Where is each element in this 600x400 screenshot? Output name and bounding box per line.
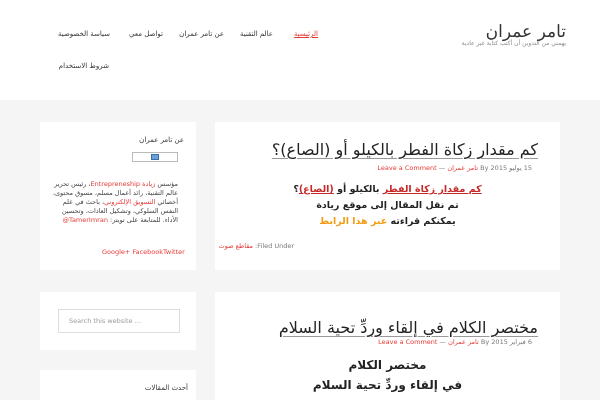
post-excerpt-line-2: تم نقل المقال إلى موقع ريادة [316, 200, 459, 211]
bio-link-twitter[interactable]: TamerImran@ [63, 216, 108, 224]
post-heading-2: في إلقاء وردِّ تحية السلام [312, 378, 463, 392]
nav-tech-world[interactable]: عالم التقنية [240, 30, 273, 38]
recent-posts-widget: أحدث المقالات [40, 370, 196, 400]
widget-title: أحدث المقالات [144, 384, 188, 392]
nav-contact[interactable]: تواصل معي [129, 30, 163, 38]
site-description: يهمني من التدوين أن أكتب كتابة غير عادية [461, 40, 566, 47]
post-day: 15 [523, 164, 532, 172]
post-filed-under: Filed Under: مقاطع صوت [218, 242, 294, 250]
nav-about[interactable]: عن تامر عمران [179, 30, 224, 38]
widget-title: عن تامر عمران [139, 136, 184, 144]
post-by: By [480, 164, 489, 172]
post-meta: 6 فبراير 2015 By تامر عمران — Leave a Co… [378, 338, 532, 346]
post-title[interactable]: مختصر الكلام في إلقاء وردِّ تحية السلام [279, 318, 538, 337]
category-link[interactable]: مقاطع صوت [219, 242, 253, 250]
facebook-link[interactable]: Facebook [132, 248, 163, 256]
leave-comment-link[interactable]: Leave a Comment [377, 164, 436, 172]
post-excerpt-line-3: يمكنكم قراءته عبر هذا الرابط [319, 216, 456, 227]
excerpt-link-zakat[interactable]: كم مقدار زكاة الفطر [383, 184, 482, 195]
post-meta: 15 يوليو 2015 By تامر عمران — Leave a Co… [377, 164, 532, 172]
post-author-link[interactable]: تامر عمران [448, 338, 479, 346]
post-author-link[interactable]: تامر عمران [447, 164, 478, 172]
post-date: يوليو 2015 [490, 164, 522, 172]
leave-comment-link[interactable]: Leave a Comment [378, 338, 437, 346]
site-title[interactable]: تامر عمران [486, 22, 566, 42]
post-card: كم مقدار زكاة الفطر بالكيلو أو (الصاع)؟ … [215, 122, 560, 270]
meta-separator: — [438, 164, 446, 172]
bio-link-marketing[interactable]: التسويق الإلكتروني [104, 198, 155, 206]
site-header: تامر عمران يهمني من التدوين أن أكتب كتاب… [0, 0, 600, 100]
search-widget: Search this website … [40, 292, 196, 350]
about-widget: عن تامر عمران مؤسس زيادة Entrepreneship،… [40, 122, 196, 270]
nav-privacy[interactable]: سياسة الخصوصية [58, 30, 110, 38]
author-bio: مؤسس زيادة Entrepreneship، رئيس تحرير عا… [52, 180, 178, 224]
post-card: مختصر الكلام في إلقاء وردِّ تحية السلام … [215, 292, 560, 400]
twitter-link[interactable]: Twitter [163, 248, 185, 256]
excerpt-read-link[interactable]: عبر هذا الرابط [319, 216, 387, 227]
author-photo [132, 152, 178, 162]
post-title[interactable]: كم مقدار زكاة الفطر بالكيلو أو (الصاع)؟ [272, 140, 538, 159]
google-plus-link[interactable]: Google+ [102, 248, 130, 256]
post-excerpt-line-1: كم مقدار زكاة الفطر بالكيلو أو (الصاع)؟ [293, 184, 482, 195]
search-input[interactable]: Search this website … [58, 309, 180, 333]
bio-link-entrepreneurship[interactable]: زيادة Entrepreneship [91, 180, 156, 188]
post-heading-1: مختصر الكلام [348, 358, 427, 372]
nav-terms[interactable]: شروط الاستخدام [59, 62, 109, 70]
nav-home[interactable]: الرئيسية [294, 30, 318, 38]
social-links: Google+ FacebookTwitter [102, 248, 185, 256]
image-icon [151, 154, 159, 160]
